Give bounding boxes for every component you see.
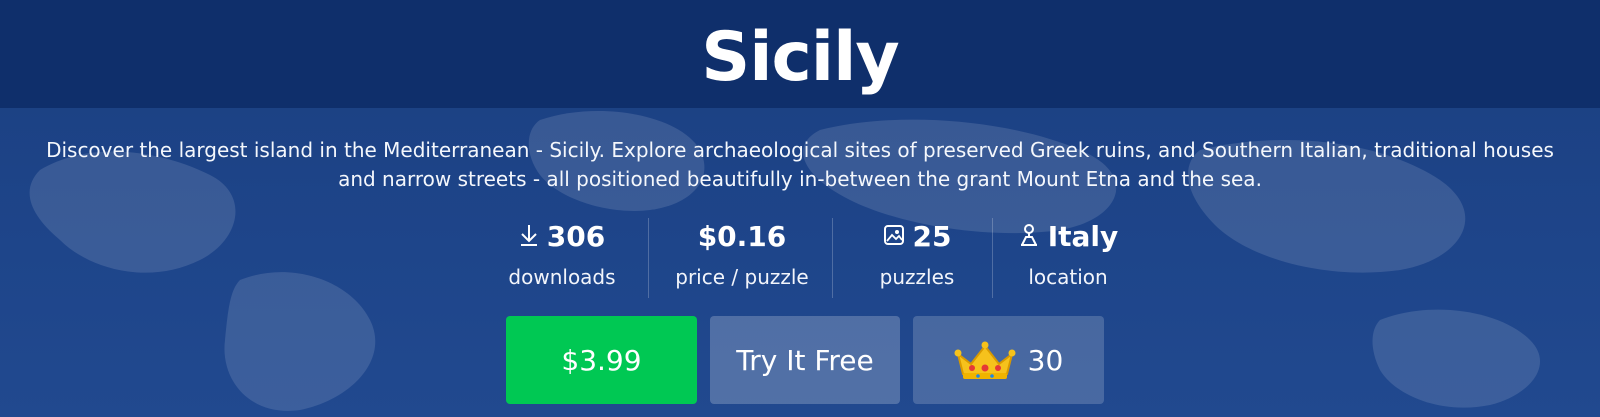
crown-count: 30 (1027, 343, 1064, 377)
image-icon (883, 224, 905, 250)
stats-row: 306 downloads $0.16 price / puzzle 25 pu… (0, 216, 1600, 298)
crown-button[interactable]: 30 (913, 316, 1104, 404)
stat-location: Italy location (1010, 216, 1126, 298)
stat-divider (648, 218, 649, 298)
stat-price: $0.16 price / puzzle (656, 216, 828, 298)
stat-downloads: 306 downloads (496, 216, 628, 298)
pack-detail-page: Sicily Discover the largest island in th… (0, 0, 1600, 417)
buy-button[interactable]: $3.99 (506, 316, 697, 404)
try-free-button[interactable]: Try It Free (710, 316, 900, 404)
try-free-button-label: Try It Free (736, 343, 874, 377)
crown-icon (954, 340, 1016, 380)
puzzles-label: puzzles (879, 265, 955, 289)
puzzles-value: 25 (912, 220, 952, 253)
stat-divider (832, 218, 833, 298)
location-label: location (1028, 265, 1108, 289)
pack-description: Discover the largest island in the Medit… (46, 138, 1554, 191)
stat-divider (992, 218, 993, 298)
price-value: $0.16 (697, 220, 787, 253)
downloads-value: 306 (546, 220, 606, 253)
downloads-label: downloads (508, 265, 616, 289)
location-value: Italy (1047, 220, 1119, 253)
page-title: Sicily (701, 18, 900, 97)
download-icon (519, 223, 539, 251)
stat-puzzles: 25 puzzles (862, 216, 972, 298)
location-pin-icon (1018, 223, 1040, 251)
price-label: price / puzzle (675, 265, 809, 289)
buy-button-label: $3.99 (561, 343, 642, 377)
